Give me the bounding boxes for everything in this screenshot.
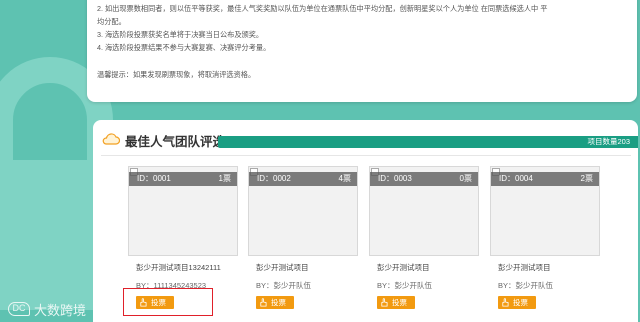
warm-tip: 温馨提示：如果发现刷票现象，将取消评选资格。 bbox=[97, 70, 256, 79]
vote-count: 2票 bbox=[580, 174, 593, 183]
rule-2-cont: 均分配。 bbox=[97, 17, 126, 26]
team-author: BY：彭少开队伍 bbox=[256, 281, 312, 290]
logo-text: 大数跨境 bbox=[34, 302, 87, 318]
vote-button-label: 投票 bbox=[513, 298, 528, 307]
vote-count: 0票 bbox=[459, 174, 472, 183]
section-title: 最佳人气团队评选 bbox=[125, 135, 226, 149]
vote-button[interactable]: 投票 bbox=[256, 296, 294, 309]
vote-button-label: 投票 bbox=[271, 298, 286, 307]
team-id: ID：0003 bbox=[378, 174, 412, 183]
highlight-annotation bbox=[123, 288, 213, 316]
vote-count: 1票 bbox=[218, 174, 231, 183]
rule-3: 3. 海选阶段投票获奖名单将于决赛当日公布及颁奖。 bbox=[97, 30, 264, 39]
rules-notice: 2. 如出现票数相同者，则以伍平等获奖，最佳人气奖奖励以队伍为单位在通票队伍中平… bbox=[87, 0, 637, 102]
hand-icon bbox=[502, 298, 509, 307]
thumb-info-bar: ID：0004 2票 bbox=[491, 172, 599, 186]
thumb-info-bar: ID：0003 0票 bbox=[370, 172, 478, 186]
team-id: ID：0004 bbox=[499, 174, 533, 183]
team-author: BY：彭少开队伍 bbox=[377, 281, 433, 290]
team-card[interactable]: ID：0004 2票 彭少开测试项目 BY：彭少开队伍 投票 bbox=[490, 166, 600, 322]
vote-button[interactable]: 投票 bbox=[498, 296, 536, 309]
rule-4: 4. 海选阶段投票结果不参与大赛复赛、决赛评分考量。 bbox=[97, 43, 271, 52]
team-thumbnail[interactable]: ID：0002 4票 bbox=[248, 166, 358, 256]
project-count: 项目数量203 bbox=[587, 137, 630, 146]
team-name[interactable]: 彭少开测试项目 bbox=[498, 262, 598, 273]
hand-icon bbox=[381, 298, 388, 307]
vote-button-label: 投票 bbox=[392, 298, 407, 307]
team-thumbnail[interactable]: ID：0001 1票 bbox=[128, 166, 238, 256]
team-id: ID：0002 bbox=[257, 174, 291, 183]
hand-icon bbox=[260, 298, 267, 307]
rule-2: 2. 如出现票数相同者，则以伍平等获奖，最佳人气奖奖励以队伍为单位在通票队伍中平… bbox=[97, 4, 548, 13]
thumb-info-bar: ID：0002 4票 bbox=[249, 172, 357, 186]
logo-mark: DC bbox=[8, 302, 30, 316]
section-title-bar bbox=[218, 136, 638, 148]
vote-button[interactable]: 投票 bbox=[377, 296, 415, 309]
team-name[interactable]: 彭少开测试项目 bbox=[377, 262, 477, 273]
team-thumbnail[interactable]: ID：0003 0票 bbox=[369, 166, 479, 256]
team-id: ID：0001 bbox=[137, 174, 171, 183]
team-name[interactable]: 彭少开测试项目 bbox=[256, 262, 356, 273]
team-thumbnail[interactable]: ID：0004 2票 bbox=[490, 166, 600, 256]
vote-count: 4票 bbox=[338, 174, 351, 183]
divider bbox=[101, 155, 631, 156]
brand-logo: DC 大数跨境 bbox=[8, 300, 86, 318]
section-header: 最佳人气团队评选 项目数量203 bbox=[93, 128, 638, 156]
team-author: BY：彭少开队伍 bbox=[498, 281, 554, 290]
team-name[interactable]: 彭少开测试项目13242111 bbox=[136, 262, 236, 273]
team-card[interactable]: ID：0002 4票 彭少开测试项目 BY：彭少开队伍 投票 bbox=[248, 166, 358, 322]
cloud-icon bbox=[102, 133, 120, 145]
thumb-info-bar: ID：0001 1票 bbox=[129, 172, 237, 186]
team-card[interactable]: ID：0003 0票 彭少开测试项目 BY：彭少开队伍 投票 bbox=[369, 166, 479, 322]
